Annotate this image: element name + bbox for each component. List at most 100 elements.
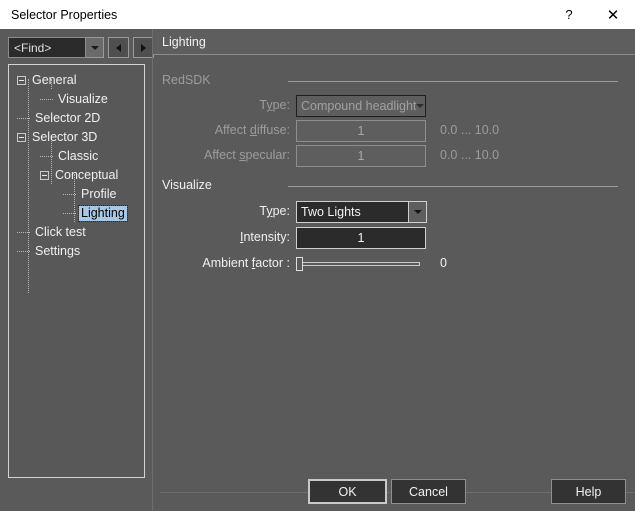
- title-bar: Selector Properties ? ✕: [0, 0, 635, 29]
- close-icon[interactable]: ✕: [591, 0, 635, 29]
- tree-item-label: Lighting: [78, 205, 128, 222]
- tree-item-selector-2d[interactable]: Selector 2D: [9, 109, 144, 128]
- tree-connector-icon: [17, 231, 30, 234]
- tree-expander-minus-icon[interactable]: [17, 76, 26, 85]
- panel-header: Lighting: [153, 29, 635, 55]
- tree-item-label: Conceptual: [55, 168, 119, 182]
- tree-item-label: Visualize: [58, 92, 108, 106]
- label-mnemonic: d: [249, 123, 257, 137]
- tree-item-conceptual[interactable]: Conceptual: [9, 166, 144, 185]
- label-part: ntensity:: [243, 230, 290, 244]
- label-part: Affect: [214, 123, 250, 137]
- label-part: Affect: [204, 148, 240, 162]
- field-ambient-factor-label: Ambient factor :: [202, 256, 290, 270]
- cancel-button[interactable]: Cancel: [391, 479, 466, 504]
- chevron-down-icon: [416, 104, 425, 108]
- field-affect-specular-label-box: Affect specular:: [153, 145, 290, 167]
- field-affect-diffuse-label: Affect diffuse:: [215, 123, 290, 137]
- tree-connector-icon: [40, 155, 53, 158]
- tree-expander-minus-icon[interactable]: [17, 133, 26, 142]
- tree-item-click-test[interactable]: Click test: [9, 223, 144, 242]
- nav-forward-button[interactable]: [133, 37, 154, 58]
- tree-connector-icon: [17, 250, 30, 253]
- tree-item-settings[interactable]: Settings: [9, 242, 144, 261]
- affect-specular-input: 1: [296, 145, 426, 167]
- ambient-factor-slider[interactable]: [296, 257, 420, 271]
- tree-item-label: General: [32, 73, 77, 87]
- label-part: pe:: [272, 204, 290, 218]
- tree-item-label: Click test: [35, 225, 86, 239]
- tree-item-classic[interactable]: Classic: [9, 147, 144, 166]
- nav-toolbar: <Find>: [8, 37, 154, 58]
- dialog-body: <Find> General Visualize Selector 2D Select…: [0, 29, 635, 511]
- navigation-panel: <Find> General Visualize Selector 2D Select…: [0, 29, 154, 511]
- group-visualize-rule: [288, 186, 618, 187]
- tree-connector-icon: [63, 193, 76, 196]
- ok-button[interactable]: OK: [308, 479, 387, 504]
- help-button[interactable]: Help: [551, 479, 626, 504]
- group-redsdk-title: RedSDK: [162, 73, 211, 87]
- field-visualize-type-label: Type:: [259, 204, 290, 218]
- tree-item-general[interactable]: General: [9, 71, 144, 90]
- tree-item-label: Selector 3D: [32, 130, 98, 144]
- field-intensity-label: Intensity:: [240, 230, 290, 244]
- field-affect-specular: Affect specular: 1 0.0 ... 10.0: [153, 145, 635, 167]
- label-part: pecular:: [245, 148, 290, 162]
- tree-item-label: Settings: [35, 244, 81, 258]
- redsdk-type-combobox: Compound headlight: [296, 95, 426, 117]
- ambient-factor-value: 0: [440, 256, 447, 270]
- tree-connector-icon: [17, 117, 30, 120]
- ambient-factor-slider-track: [300, 262, 420, 266]
- caret-right-icon: [141, 43, 146, 52]
- field-redsdk-type-label: Type:: [259, 98, 290, 112]
- find-combobox[interactable]: <Find>: [8, 37, 86, 58]
- tree-expander-minus-icon[interactable]: [40, 171, 49, 180]
- group-redsdk-rule: [288, 81, 618, 82]
- visualize-type-combobox-field[interactable]: Two Lights: [296, 201, 409, 223]
- window-title: Selector Properties: [11, 7, 118, 22]
- field-redsdk-type: Type: Compound headlight: [153, 95, 635, 117]
- field-ambient-factor: Ambient factor : 0: [153, 253, 635, 275]
- label-part: Ambient: [202, 256, 252, 270]
- visualize-type-dropdown-icon[interactable]: [409, 201, 427, 223]
- field-affect-specular-label: Affect specular:: [204, 148, 290, 162]
- label-part: pe:: [272, 98, 290, 112]
- redsdk-type-combobox-field: Compound headlight: [296, 95, 426, 117]
- tree-item-visualize[interactable]: Visualize: [9, 90, 144, 109]
- visualize-type-combobox[interactable]: Two Lights: [296, 201, 427, 223]
- nav-back-button[interactable]: [108, 37, 129, 58]
- properties-panel: Lighting RedSDK Type: Compound headlight: [152, 29, 635, 511]
- tree-item-selector-3d[interactable]: Selector 3D: [9, 128, 144, 147]
- field-intensity: Intensity: 1: [153, 227, 635, 249]
- intensity-input[interactable]: 1: [296, 227, 426, 249]
- tree-item-label: Selector 2D: [35, 111, 101, 125]
- field-visualize-type-label-box: Type:: [153, 201, 290, 223]
- field-ambient-factor-label-box: Ambient factor :: [153, 253, 290, 275]
- panel-title: Lighting: [162, 34, 206, 49]
- ambient-factor-slider-thumb[interactable]: [296, 257, 303, 271]
- tree-connector-icon: [63, 212, 76, 215]
- tree-item-label: Classic: [58, 149, 99, 163]
- label-part: actor :: [255, 256, 290, 270]
- field-redsdk-type-label-box: Type:: [153, 95, 290, 117]
- field-affect-diffuse-label-box: Affect diffuse:: [153, 120, 290, 142]
- affect-diffuse-range: 0.0 ... 10.0: [440, 123, 500, 137]
- tree-connector-icon: [40, 98, 53, 101]
- tree-item-lighting[interactable]: Lighting: [9, 204, 144, 223]
- affect-diffuse-input: 1: [296, 120, 426, 142]
- field-intensity-label-box: Intensity:: [153, 227, 290, 249]
- redsdk-type-value: Compound headlight: [301, 99, 417, 113]
- tree-item-profile[interactable]: Profile: [9, 185, 144, 204]
- visualize-type-value: Two Lights: [301, 205, 361, 219]
- help-icon[interactable]: ?: [547, 0, 591, 29]
- tree-item-label: Profile: [81, 187, 117, 201]
- caret-left-icon: [116, 43, 121, 52]
- affect-specular-range: 0.0 ... 10.0: [440, 148, 500, 162]
- find-combobox-value: <Find>: [14, 40, 52, 55]
- settings-tree[interactable]: General Visualize Selector 2D Selector 3D Cl…: [8, 64, 145, 478]
- group-visualize-title: Visualize: [162, 178, 212, 192]
- field-visualize-type: Type: Two Lights: [153, 201, 635, 223]
- find-dropdown-icon[interactable]: [86, 37, 104, 58]
- field-affect-diffuse: Affect diffuse: 1 0.0 ... 10.0: [153, 120, 635, 142]
- label-part: iffuse:: [256, 123, 290, 137]
